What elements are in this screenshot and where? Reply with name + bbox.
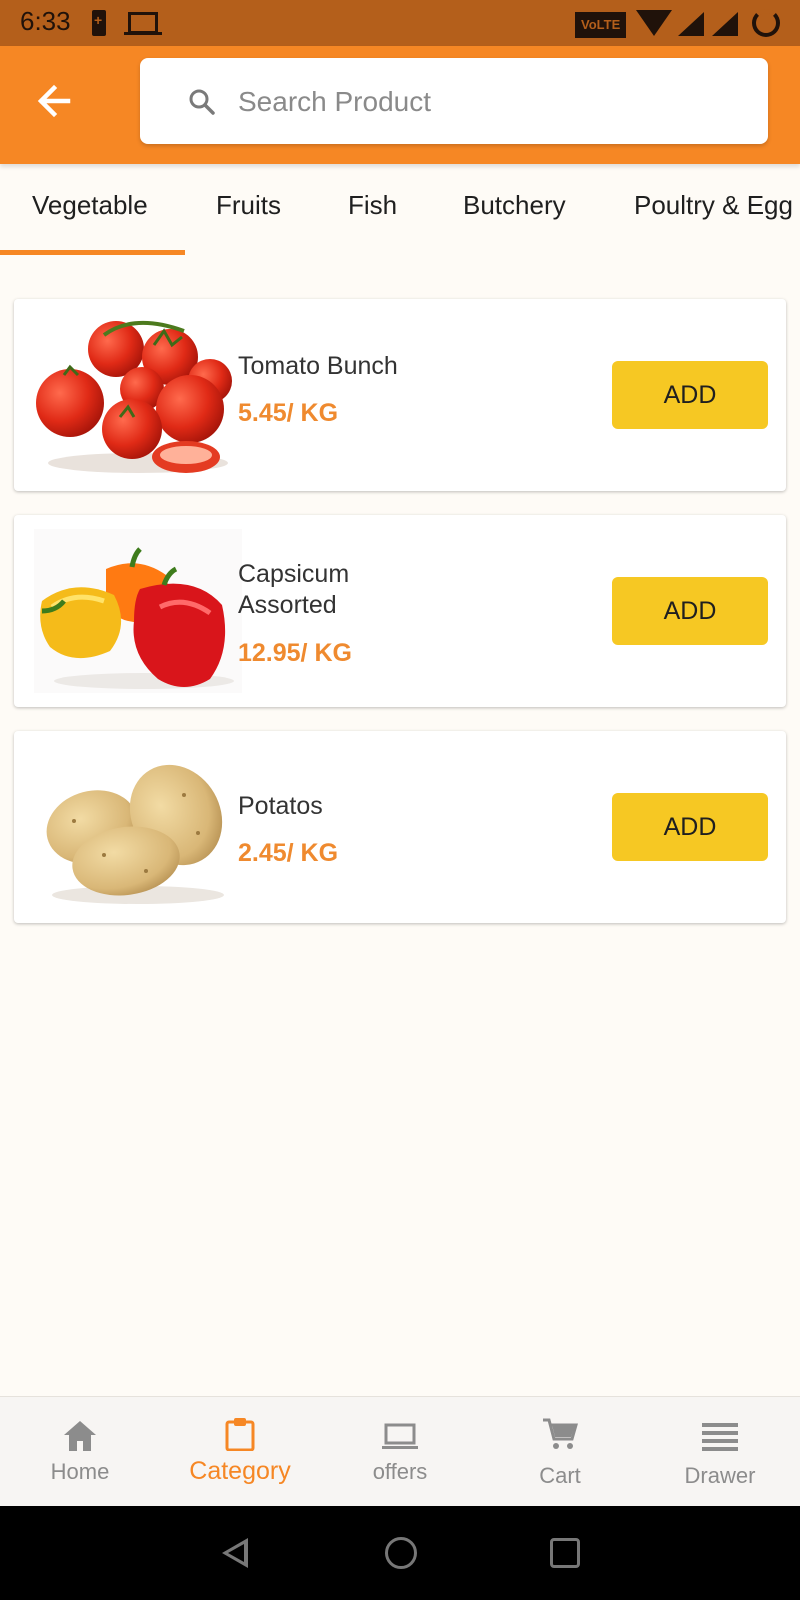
nav-drawer[interactable]: Drawer (640, 1397, 800, 1507)
signal-icon (678, 12, 704, 36)
product-name: Tomato Bunch (238, 352, 398, 380)
sync-icon (752, 9, 780, 37)
product-name: Capsicum Assorted (238, 560, 350, 619)
nav-label: offers (372, 1459, 428, 1484)
status-time: 6:33 (20, 6, 71, 36)
active-tab-indicator (0, 250, 185, 255)
capsicum-image (34, 529, 242, 693)
home-icon (64, 1421, 96, 1451)
add-to-cart-button[interactable]: ADD (612, 793, 768, 861)
tab-fish[interactable]: Fish (348, 190, 397, 221)
system-navigation-bar (0, 1506, 800, 1600)
search-input[interactable] (236, 78, 740, 126)
laptop-icon (382, 1423, 418, 1449)
product-image (34, 745, 242, 909)
laptop-icon (124, 12, 162, 35)
tab-poultry-egg[interactable]: Poultry & Egg (634, 190, 793, 221)
nav-home[interactable]: Home (0, 1397, 160, 1507)
potato-image (46, 764, 224, 904)
search-box[interactable] (140, 58, 768, 144)
nav-label: Drawer (684, 1463, 756, 1488)
nav-label: Category (189, 1457, 291, 1485)
product-card[interactable]: Capsicum Assorted 12.95/ KG ADD (14, 515, 786, 707)
tab-vegetable[interactable]: Vegetable (32, 190, 148, 221)
system-home-icon[interactable] (385, 1537, 417, 1569)
status-bar: 6:33 VoLTE (0, 0, 800, 46)
category-tabs: Vegetable Fruits Fish Butchery Poultry &… (0, 164, 800, 256)
bottom-navigation: Home Category offers Cart Drawer (0, 1396, 800, 1507)
product-image (34, 529, 242, 693)
signal-icon-2 (712, 12, 738, 36)
product-name: Potatos (238, 792, 323, 820)
tomato-image (36, 321, 232, 473)
product-image (34, 313, 242, 477)
product-price: 5.45/ KG (238, 399, 339, 427)
product-price: 2.45/ KG (238, 839, 339, 867)
search-icon (189, 89, 215, 115)
product-price: 12.95/ KG (238, 639, 352, 667)
app-header (0, 46, 800, 164)
arrow-left-icon (37, 84, 71, 118)
tab-fruits[interactable]: Fruits (216, 190, 281, 221)
back-button[interactable] (30, 76, 80, 126)
clipboard-icon (225, 1418, 255, 1451)
nav-cart[interactable]: Cart (480, 1397, 640, 1507)
system-recents-icon[interactable] (550, 1538, 580, 1568)
menu-icon (702, 1423, 738, 1451)
nav-label: Cart (539, 1463, 581, 1488)
nav-label: Home (50, 1459, 110, 1484)
wifi-icon (636, 10, 672, 36)
tab-butchery[interactable]: Butchery (463, 190, 566, 221)
battery-charging-icon (92, 10, 106, 36)
nav-offers[interactable]: offers (320, 1397, 480, 1507)
product-card[interactable]: Tomato Bunch 5.45/ KG ADD (14, 299, 786, 491)
add-to-cart-button[interactable]: ADD (612, 577, 768, 645)
volte-badge: VoLTE (575, 12, 627, 38)
nav-category[interactable]: Category (160, 1397, 320, 1507)
add-to-cart-button[interactable]: ADD (612, 361, 768, 429)
system-back-icon[interactable] (222, 1538, 248, 1568)
cart-icon (543, 1418, 578, 1449)
product-card[interactable]: Potatos 2.45/ KG ADD (14, 731, 786, 923)
